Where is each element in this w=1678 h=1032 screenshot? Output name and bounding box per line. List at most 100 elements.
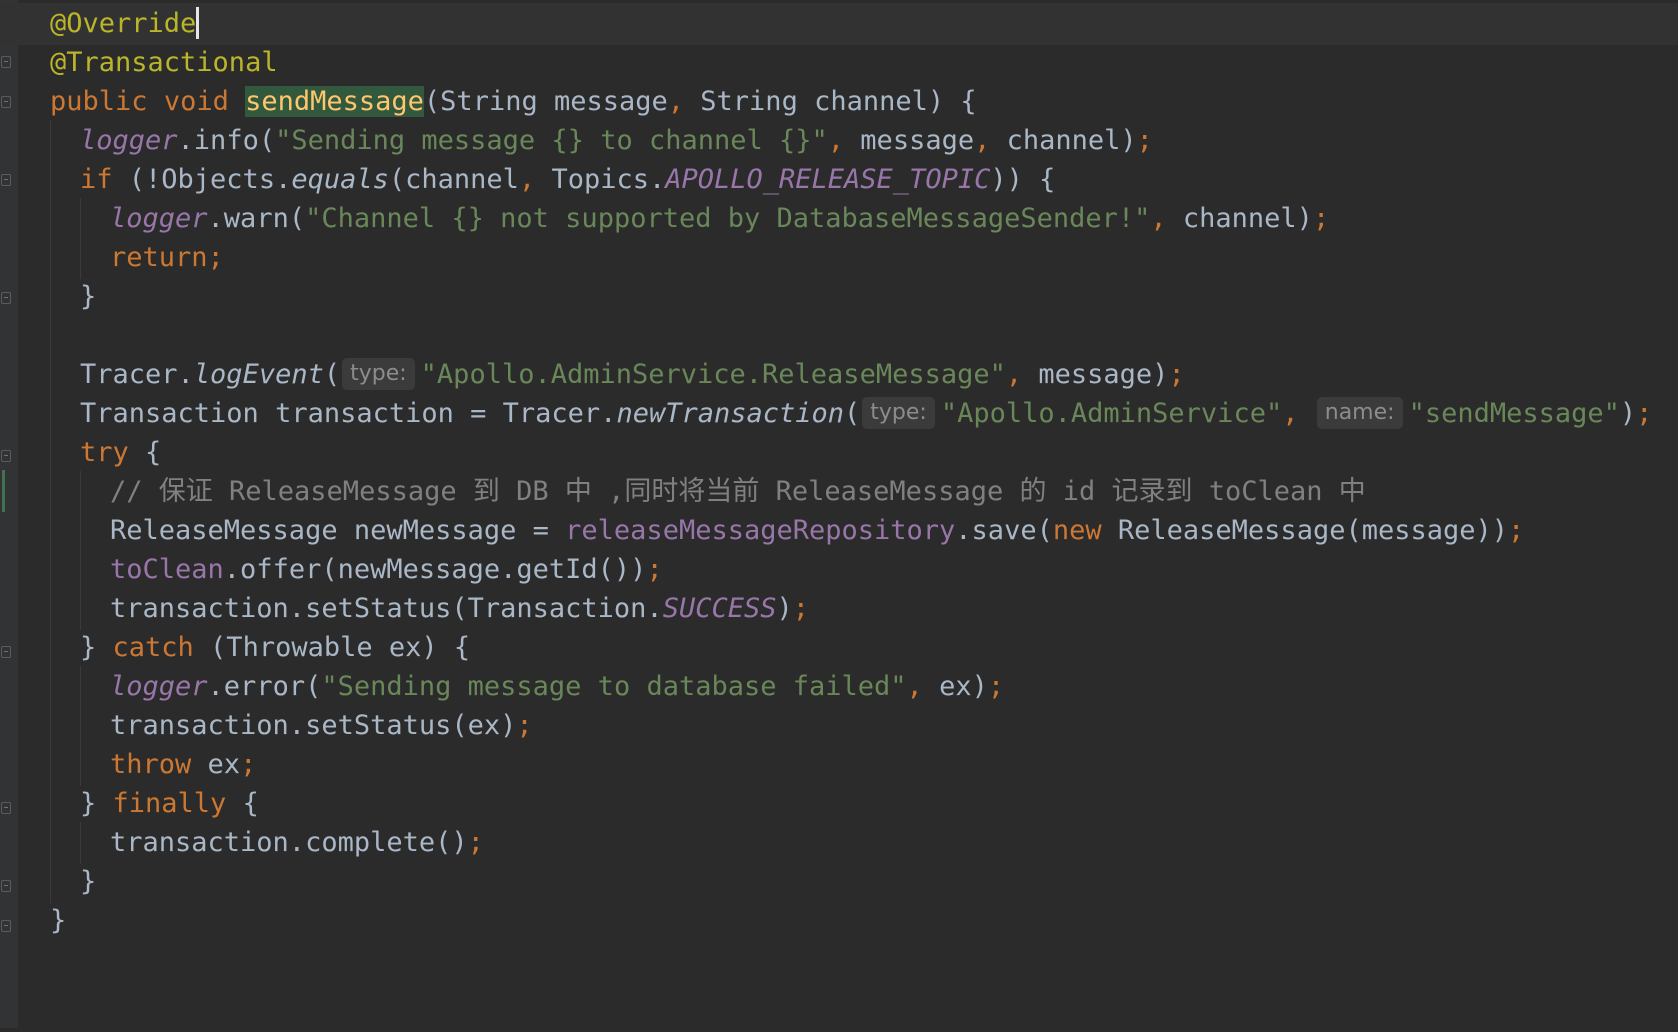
parameter-hint: type:: [342, 357, 415, 390]
indent-guide: [80, 744, 81, 786]
semicolon: ;: [1312, 203, 1330, 234]
static-field: SUCCESS: [662, 593, 777, 624]
code-line[interactable]: transaction.setStatus(Transaction.SUCCES…: [0, 588, 1678, 630]
keyword: finally: [112, 788, 227, 819]
code-line[interactable]: transaction.complete();: [0, 822, 1678, 864]
code-text: .offer(newMessage.getId()): [223, 554, 647, 585]
static-method: equals: [291, 164, 389, 195]
code-text: transaction.setStatus(Transaction.: [110, 593, 663, 624]
string-literal: "Sending message to database failed": [321, 671, 907, 702]
code-text: (!Objects.: [112, 164, 292, 195]
code-line[interactable]: return;: [0, 237, 1678, 279]
code-text: {: [226, 788, 259, 819]
code-text: ): [776, 593, 793, 624]
semicolon: ;: [207, 242, 224, 273]
comma: ,: [667, 86, 685, 117]
code-line[interactable]: logger.warn("Channel {} not supported by…: [0, 198, 1678, 240]
indent-guide: [50, 822, 51, 864]
code-text: Transaction transaction = Tracer.: [80, 398, 617, 429]
comma: ,: [518, 164, 536, 195]
code-text: (Throwable ex) {: [193, 632, 471, 663]
code-line[interactable]: }: [0, 861, 1678, 903]
indent-guide: [80, 588, 81, 630]
code-line[interactable]: logger.info("Sending message {} to chann…: [0, 120, 1678, 162]
code-text: (channel: [388, 164, 519, 195]
indent-guide: [50, 666, 51, 708]
string-literal: "Channel {} not supported by DatabaseMes…: [305, 203, 1151, 234]
string-literal: "Apollo.AdminService": [940, 398, 1283, 429]
keyword: throw: [110, 749, 192, 780]
code-text: }: [80, 632, 113, 663]
indent-guide: [50, 861, 51, 903]
code-text: message): [1022, 359, 1169, 390]
field-logger: logger: [110, 203, 208, 234]
comma: ,: [1005, 359, 1023, 390]
code-text: Tracer.: [80, 359, 194, 390]
code-text: .warn(: [207, 203, 306, 234]
code-line[interactable]: toClean.offer(newMessage.getId());: [0, 549, 1678, 591]
indent-guide: [50, 432, 51, 474]
indent-guide: [50, 159, 51, 201]
semicolon: ;: [792, 593, 810, 624]
indent-guide: [50, 471, 51, 513]
code-editor[interactable]: @Override @Transactional public void sen…: [0, 0, 1678, 1028]
code-text: ): [1619, 398, 1637, 429]
code-line[interactable]: }: [0, 900, 1678, 942]
indent-guide: [50, 315, 51, 357]
code-text: }: [80, 281, 97, 312]
code-line[interactable]: Transaction transaction = Tracer.newTran…: [0, 393, 1678, 435]
code-line[interactable]: @Override: [0, 3, 1678, 45]
semicolon: ;: [1136, 125, 1153, 156]
keyword: if: [80, 164, 113, 195]
field-toclean: toClean: [110, 554, 224, 585]
code-text: ex: [191, 749, 241, 780]
code-line[interactable]: }: [0, 276, 1678, 318]
semicolon: ;: [646, 554, 663, 585]
code-line[interactable]: ReleaseMessage newMessage = releaseMessa…: [0, 510, 1678, 552]
indent-guide: [50, 276, 51, 318]
code-line[interactable]: Tracer.logEvent(type: "Apollo.AdminServic…: [0, 354, 1678, 396]
indent-guide: [50, 120, 51, 162]
code-line[interactable]: throw ex;: [0, 744, 1678, 786]
code-text: .save(: [955, 515, 1053, 546]
field-repository: releaseMessageRepository: [565, 515, 956, 546]
code-line[interactable]: if (!Objects.equals(channel, Topics.APOL…: [0, 159, 1678, 201]
code-line[interactable]: [0, 315, 1678, 357]
indent-guide: [80, 705, 81, 747]
code-line[interactable]: @Transactional: [0, 42, 1678, 84]
method-name-highlighted: sendMessage: [245, 86, 424, 117]
semicolon: ;: [987, 671, 1005, 702]
indent-guide: [50, 588, 51, 630]
keyword: catch: [112, 632, 194, 663]
semicolon: ;: [1636, 398, 1653, 429]
code-line[interactable]: public void sendMessage(String message, …: [0, 81, 1678, 123]
code-line[interactable]: } finally {: [0, 783, 1678, 825]
code-line[interactable]: } catch (Throwable ex) {: [0, 627, 1678, 669]
semicolon: ;: [467, 827, 484, 858]
code-text: transaction.complete(): [110, 827, 468, 858]
code-text: (: [323, 359, 341, 390]
code-line[interactable]: transaction.setStatus(ex);: [0, 705, 1678, 747]
comma: ,: [827, 125, 845, 156]
code-text: .info(: [177, 125, 276, 156]
code-text: ex): [922, 671, 988, 702]
string-literal: "sendMessage": [1408, 398, 1620, 429]
code-text: (String message: [423, 86, 668, 117]
code-line[interactable]: logger.error("Sending message to databas…: [0, 666, 1678, 708]
code-line[interactable]: // 保证 ReleaseMessage 到 DB 中 ,同时将当前 Relea…: [0, 471, 1678, 513]
code-text: {: [128, 437, 162, 468]
indent-guide: [50, 510, 51, 552]
code-text: ReleaseMessage newMessage =: [110, 515, 566, 546]
keyword: new: [1052, 515, 1102, 546]
indent-guide: [50, 354, 51, 396]
annotation: @Override: [50, 8, 197, 39]
field-logger: logger: [80, 125, 178, 156]
code-text: }: [80, 788, 113, 819]
code-text: )) {: [990, 164, 1056, 195]
code-line[interactable]: try {: [0, 432, 1678, 474]
indent-guide: [80, 549, 81, 591]
field-logger: logger: [110, 671, 208, 702]
keyword: try: [80, 437, 129, 468]
code-text: }: [50, 905, 67, 936]
